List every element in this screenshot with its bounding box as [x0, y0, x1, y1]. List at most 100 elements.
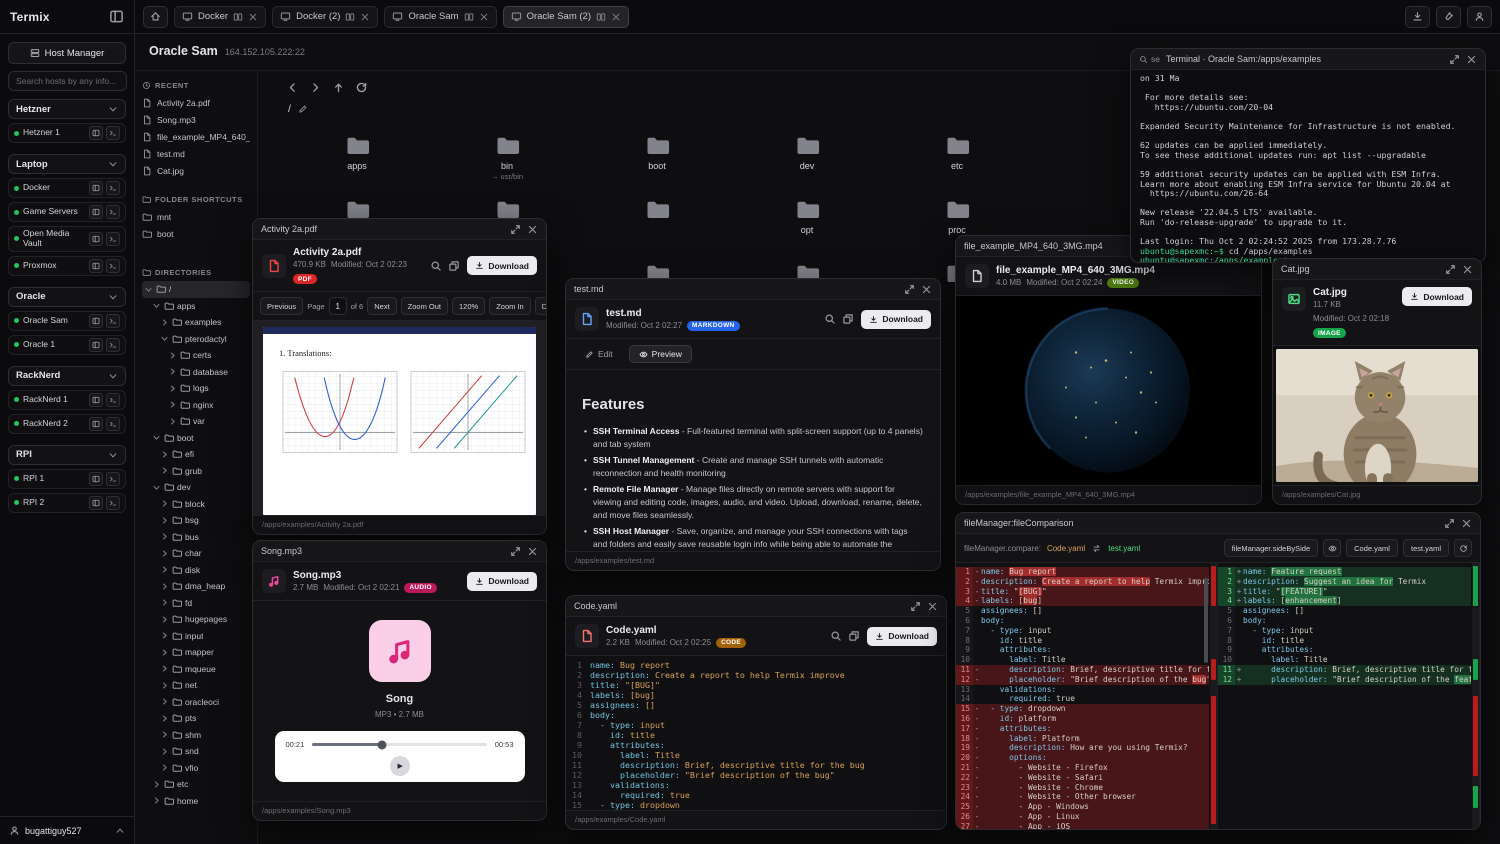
host-rpi-1[interactable]: RPI 1 [8, 469, 126, 489]
host-racknerd-1[interactable]: RackNerd 1 [8, 390, 126, 410]
search-icon[interactable] [824, 313, 836, 325]
recent-file-test-md[interactable]: test.md [142, 145, 250, 162]
file-manager-button[interactable] [89, 181, 103, 195]
tree-node-vfio[interactable]: vfio [142, 760, 250, 777]
tab-edit[interactable]: Edit [575, 345, 623, 363]
grid-item[interactable] [582, 191, 732, 255]
tree-node-bus[interactable]: bus [142, 529, 250, 546]
download-page-button[interactable]: Download [535, 297, 546, 315]
host-docker[interactable]: Docker [8, 178, 126, 198]
tree-node-grub[interactable]: grub [142, 463, 250, 480]
admin-button[interactable] [1436, 6, 1461, 28]
audio-progress-knob[interactable] [378, 740, 387, 749]
chevron-right-icon[interactable] [160, 615, 169, 624]
chevron-right-icon[interactable] [160, 450, 169, 459]
expand-icon[interactable] [1444, 518, 1455, 529]
chevron-right-icon[interactable] [160, 582, 169, 591]
terminal-search[interactable]: se [1139, 54, 1160, 64]
zoom-in-button[interactable]: Zoom In [489, 297, 531, 315]
terminal-button[interactable] [106, 232, 120, 246]
play-button[interactable]: ▶ [390, 756, 410, 776]
chevron-down-icon[interactable] [160, 334, 169, 343]
diff-panel-left[interactable]: 1- name: Bug report 2- description: Crea… [956, 563, 1218, 829]
tree-node-fd[interactable]: fd [142, 595, 250, 612]
split-icon[interactable] [596, 12, 606, 22]
tree-node-net[interactable]: net [142, 677, 250, 694]
tree-node-examples[interactable]: examples [142, 314, 250, 331]
download-button[interactable]: Download [867, 627, 937, 646]
chevron-right-icon[interactable] [160, 532, 169, 541]
tree-node-root[interactable]: / [142, 281, 250, 298]
close-icon[interactable] [360, 12, 370, 22]
tab-oracle-sam-2[interactable]: Oracle Sam (2) [503, 6, 629, 28]
chevron-right-icon[interactable] [160, 763, 169, 772]
grid-item-opt[interactable]: opt [732, 191, 882, 255]
tree-node-snd[interactable]: snd [142, 743, 250, 760]
terminal-button[interactable] [106, 314, 120, 328]
next-page-button[interactable]: Next [367, 297, 396, 315]
group-header-oracle[interactable]: Oracle [8, 287, 126, 307]
diff-panel-right[interactable]: 1+ name: Feature request 2+ description:… [1218, 563, 1480, 829]
file-manager-button[interactable] [89, 472, 103, 486]
terminal-button[interactable] [106, 393, 120, 407]
download-button[interactable]: Download [467, 256, 537, 275]
forward-button[interactable] [309, 81, 322, 94]
close-icon[interactable] [611, 12, 621, 22]
tree-node-char[interactable]: char [142, 545, 250, 562]
close-icon[interactable] [1466, 54, 1477, 65]
grid-item-boot[interactable]: boot [582, 127, 732, 191]
terminal-button[interactable] [106, 472, 120, 486]
host-racknerd-2[interactable]: RackNerd 2 [8, 414, 126, 434]
tree-node-var[interactable]: var [142, 413, 250, 430]
external-icon[interactable] [842, 313, 854, 325]
close-icon[interactable] [1461, 518, 1472, 529]
terminal-button[interactable] [106, 126, 120, 140]
chevron-right-icon[interactable] [160, 747, 169, 756]
tree-node-etc[interactable]: etc [142, 776, 250, 793]
side-by-side-button[interactable]: fileManager.sideBySide [1224, 539, 1318, 557]
tree-node-logs[interactable]: logs [142, 380, 250, 397]
swap-icon[interactable] [1091, 543, 1102, 554]
file-manager-button[interactable] [89, 126, 103, 140]
grid-item-bin[interactable]: bin → usr/bin [432, 127, 582, 191]
shortcut-boot[interactable]: boot [142, 225, 250, 242]
group-header-laptop[interactable]: Laptop [8, 154, 126, 174]
search-icon[interactable] [830, 630, 842, 642]
file-manager-button[interactable] [89, 338, 103, 352]
search-icon[interactable] [430, 260, 442, 272]
terminal-button[interactable] [106, 417, 120, 431]
expand-icon[interactable] [1445, 264, 1456, 275]
host-open-media-vault[interactable]: Open Media Vault [8, 226, 126, 252]
code-editor[interactable]: 1name: Bug report 2description: Create a… [566, 656, 946, 810]
right-file-button[interactable]: test.yaml [1403, 539, 1449, 557]
group-header-racknerd[interactable]: RackNerd [8, 366, 126, 386]
chevron-right-icon[interactable] [160, 697, 169, 706]
tree-node-certs[interactable]: certs [142, 347, 250, 364]
chevron-right-icon[interactable] [160, 730, 169, 739]
recent-file-song-mp3[interactable]: Song.mp3 [142, 111, 250, 128]
tree-node-mapper[interactable]: mapper [142, 644, 250, 661]
host-manager-button[interactable]: Host Manager [8, 42, 126, 64]
close-icon[interactable] [479, 12, 489, 22]
edit-path-icon[interactable] [298, 104, 308, 114]
tab-docker-2[interactable]: Docker (2) [272, 6, 378, 28]
up-button[interactable] [332, 81, 345, 94]
recent-file-activity-2a-pdf[interactable]: Activity 2a.pdf [142, 94, 250, 111]
terminal-button[interactable] [106, 181, 120, 195]
tree-node-home[interactable]: home [142, 793, 250, 810]
tree-node-pts[interactable]: pts [142, 710, 250, 727]
tab-oracle-sam[interactable]: Oracle Sam [384, 6, 496, 28]
panel-toggle-icon[interactable] [109, 9, 124, 24]
refresh-button[interactable] [355, 81, 368, 94]
file-manager-button[interactable] [89, 259, 103, 273]
markdown-preview[interactable]: Features SSH Terminal Access - Full-feat… [566, 370, 940, 551]
host-search-input[interactable] [8, 71, 127, 91]
download-button[interactable]: Download [467, 572, 537, 591]
tree-node-input[interactable]: input [142, 628, 250, 645]
profile-button[interactable] [1467, 6, 1492, 28]
seek-slider[interactable] [312, 743, 486, 746]
chevron-right-icon[interactable] [160, 631, 169, 640]
tree-node-apps[interactable]: apps [142, 298, 250, 315]
tree-node-bsg[interactable]: bsg [142, 512, 250, 529]
tree-node-nginx[interactable]: nginx [142, 397, 250, 414]
